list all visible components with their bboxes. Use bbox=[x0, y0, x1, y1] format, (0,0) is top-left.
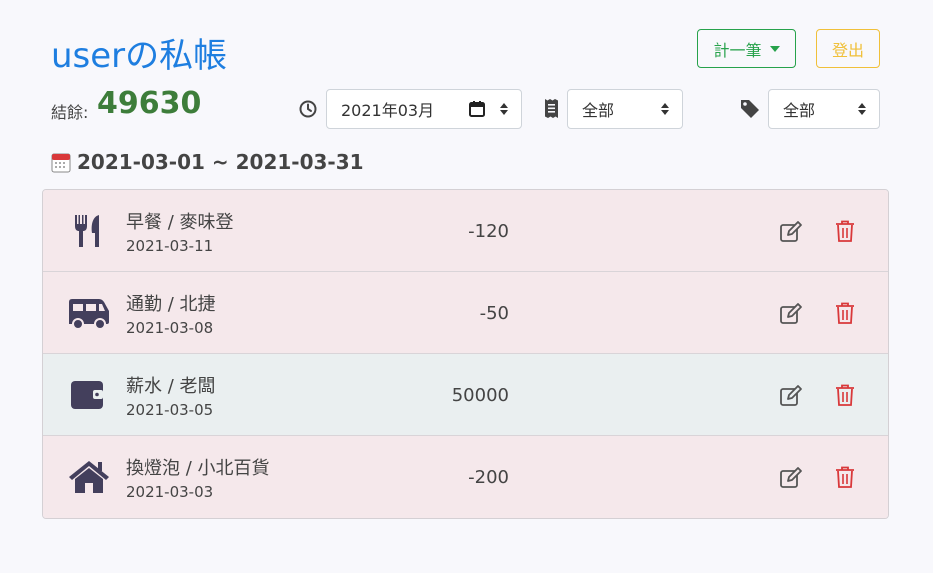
add-record-button[interactable]: 計一筆 bbox=[697, 29, 796, 68]
edit-icon[interactable] bbox=[779, 384, 803, 408]
spinner-icon[interactable] bbox=[500, 103, 508, 115]
record-amount: 50000 bbox=[451, 385, 509, 406]
record-date: 2021-03-08 bbox=[126, 319, 214, 337]
trash-icon[interactable] bbox=[835, 302, 855, 324]
record-list: 早餐 / 麥味登 2021-03-11 -120 通勤 / 北捷 2021-03… bbox=[42, 189, 889, 519]
list-item: 通勤 / 北捷 2021-03-08 -50 bbox=[43, 272, 888, 354]
utensils-icon bbox=[75, 215, 99, 247]
record-date: 2021-03-05 bbox=[126, 401, 214, 419]
tag-icon bbox=[741, 100, 759, 118]
caret-down-icon bbox=[769, 45, 780, 52]
list-item: 早餐 / 麥味登 2021-03-11 -120 bbox=[43, 190, 888, 272]
record-amount: -120 bbox=[468, 221, 509, 242]
type-select[interactable]: 全部 bbox=[567, 89, 683, 129]
record-name: 薪水 / 老闆 bbox=[126, 376, 216, 397]
add-record-label: 計一筆 bbox=[713, 40, 762, 60]
record-amount: -200 bbox=[468, 467, 509, 488]
type-select-value: 全部 bbox=[582, 101, 615, 120]
record-name: 通勤 / 北捷 bbox=[126, 294, 216, 315]
trash-icon[interactable] bbox=[835, 220, 855, 242]
list-item: 換燈泡 / 小北百貨 2021-03-03 -200 bbox=[43, 436, 888, 518]
record-date: 2021-03-11 bbox=[126, 237, 214, 255]
calendar-emoji-icon bbox=[51, 153, 71, 172]
calendar-picker-icon[interactable] bbox=[468, 100, 486, 118]
logout-button[interactable]: 登出 bbox=[816, 29, 880, 68]
select-arrows-icon bbox=[858, 103, 866, 115]
wallet-icon bbox=[71, 381, 103, 409]
trash-icon[interactable] bbox=[835, 466, 855, 488]
record-name: 早餐 / 麥味登 bbox=[126, 212, 234, 233]
tag-select[interactable]: 全部 bbox=[768, 89, 880, 129]
month-value: 2021年03月 bbox=[341, 101, 435, 120]
van-icon bbox=[69, 299, 109, 330]
record-date: 2021-03-03 bbox=[126, 483, 214, 501]
balance-value: 49630 bbox=[97, 86, 202, 121]
tag-select-value: 全部 bbox=[783, 101, 816, 120]
list-item: 薪水 / 老闆 2021-03-05 50000 bbox=[43, 354, 888, 436]
edit-icon[interactable] bbox=[779, 302, 803, 326]
receipt-icon bbox=[545, 99, 558, 118]
date-range-text: 2021-03-01 ~ 2021-03-31 bbox=[77, 150, 364, 174]
trash-icon[interactable] bbox=[835, 384, 855, 406]
edit-icon[interactable] bbox=[779, 466, 803, 490]
clock-icon bbox=[299, 100, 317, 118]
date-range: 2021-03-01 ~ 2021-03-31 bbox=[51, 150, 364, 174]
edit-icon[interactable] bbox=[779, 220, 803, 244]
page-title: userの私帳 bbox=[51, 36, 228, 76]
record-name: 換燈泡 / 小北百貨 bbox=[126, 458, 270, 479]
select-arrows-icon bbox=[661, 103, 669, 115]
record-amount: -50 bbox=[479, 303, 509, 324]
home-icon bbox=[69, 461, 109, 493]
balance-label: 結餘: bbox=[51, 103, 89, 122]
month-input[interactable]: 2021年03月 bbox=[326, 89, 522, 129]
